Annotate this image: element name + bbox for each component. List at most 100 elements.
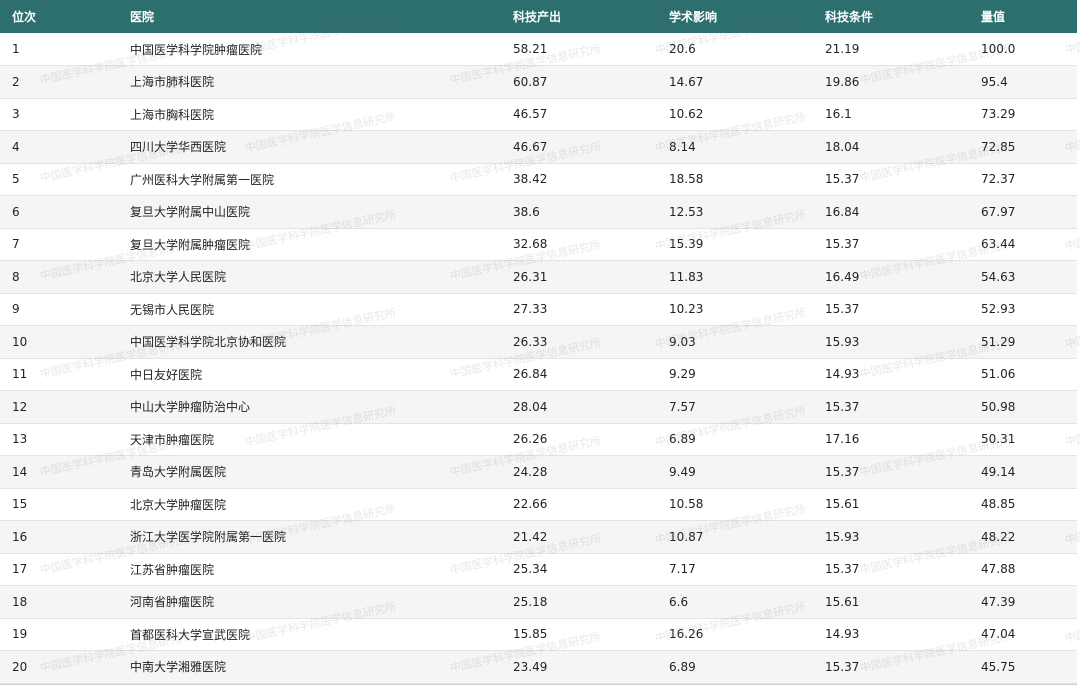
- cell-sci-output: 38.6: [513, 204, 540, 219]
- cell-hospital: 首都医科大学宣武医院: [130, 627, 251, 642]
- cell-sci-output: 46.67: [513, 139, 548, 154]
- cell-sci-output: 46.57: [513, 107, 548, 122]
- cell-academic-impact: 6.89: [669, 659, 696, 674]
- cell-sci-output: 26.84: [513, 367, 548, 382]
- cell-rank: 4: [12, 139, 20, 154]
- table-row: 8 北京大学人民医院 26.31 11.83 16.49 54.63: [0, 260, 1080, 293]
- table-row: 10 中国医学科学院北京协和医院 26.33 9.03 15.93 51.29: [0, 325, 1080, 358]
- cell-rank: 17: [12, 562, 28, 577]
- cell-sci-output: 26.26: [513, 432, 548, 447]
- cell-hospital: 中日友好医院: [130, 367, 203, 382]
- cell-score: 48.22: [981, 529, 1016, 544]
- cell-rank: 7: [12, 237, 20, 252]
- cell-academic-impact: 6.89: [669, 432, 696, 447]
- cell-hospital: 广州医科大学附属第一医院: [130, 172, 275, 187]
- cell-academic-impact: 9.29: [669, 367, 696, 382]
- cell-academic-impact: 12.53: [669, 204, 704, 219]
- table-row: 5 广州医科大学附属第一医院 38.42 18.58 15.37 72.37: [0, 163, 1080, 196]
- header-sci-output: 科技产出: [513, 10, 562, 24]
- cell-score: 54.63: [981, 269, 1016, 284]
- cell-rank: 15: [12, 497, 28, 512]
- cell-rank: 2: [12, 74, 20, 89]
- cell-hospital: 江苏省肿瘤医院: [130, 562, 215, 577]
- cell-sci-output: 25.34: [513, 562, 548, 577]
- cell-academic-impact: 15.39: [669, 237, 704, 252]
- table-row: 9 无锡市人民医院 27.33 10.23 15.37 52.93: [0, 293, 1080, 326]
- cell-sci-output: 24.28: [513, 464, 548, 479]
- cell-score: 48.85: [981, 497, 1016, 512]
- cell-sci-output: 28.04: [513, 399, 548, 414]
- table-row: 14 青岛大学附属医院 24.28 9.49 15.37 49.14: [0, 455, 1080, 488]
- cell-sci-condition: 15.93: [825, 529, 860, 544]
- cell-sci-output: 26.31: [513, 269, 548, 284]
- cell-rank: 8: [12, 269, 20, 284]
- cell-score: 52.93: [981, 302, 1016, 317]
- cell-hospital: 复旦大学附属肿瘤医院: [130, 237, 251, 252]
- cell-sci-condition: 16.1: [825, 107, 852, 122]
- cell-sci-condition: 14.93: [825, 627, 860, 642]
- cell-score: 49.14: [981, 464, 1016, 479]
- cell-score: 67.97: [981, 204, 1016, 219]
- cell-sci-condition: 15.37: [825, 659, 860, 674]
- cell-score: 50.98: [981, 399, 1016, 414]
- cell-academic-impact: 9.03: [669, 334, 696, 349]
- cell-hospital: 中南大学湘雅医院: [130, 660, 227, 675]
- cell-sci-condition: 21.19: [825, 42, 860, 56]
- cell-score: 51.06: [981, 367, 1016, 382]
- cell-hospital: 青岛大学附属医院: [130, 465, 227, 480]
- cell-rank: 11: [12, 367, 28, 382]
- cell-academic-impact: 16.26: [669, 627, 704, 642]
- cell-hospital: 中山大学肿瘤防治中心: [130, 400, 251, 415]
- cell-score: 72.85: [981, 139, 1016, 154]
- table-row: 6 复旦大学附属中山医院 38.6 12.53 16.84 67.97: [0, 195, 1080, 228]
- cell-academic-impact: 20.6: [669, 42, 696, 56]
- header-hospital: 医院: [130, 10, 155, 24]
- cell-rank: 13: [12, 432, 28, 447]
- table-row: 16 浙江大学医学院附属第一医院 21.42 10.87 15.93 48.22: [0, 520, 1080, 553]
- header-score: 量值: [981, 10, 1006, 24]
- cell-sci-condition: 15.37: [825, 237, 860, 252]
- table-row: 17 江苏省肿瘤医院 25.34 7.17 15.37 47.88: [0, 553, 1080, 586]
- cell-sci-output: 58.21: [513, 42, 548, 56]
- table-row: 20 中南大学湘雅医院 23.49 6.89 15.37 45.75: [0, 650, 1080, 683]
- cell-hospital: 复旦大学附属中山医院: [130, 205, 251, 220]
- cell-rank: 1: [12, 42, 20, 56]
- cell-rank: 12: [12, 399, 28, 414]
- cell-sci-output: 38.42: [513, 172, 548, 187]
- cell-score: 51.29: [981, 334, 1016, 349]
- table-row: 12 中山大学肿瘤防治中心 28.04 7.57 15.37 50.98: [0, 390, 1080, 423]
- cell-score: 100.0: [981, 42, 1016, 56]
- table-row: 2 上海市肺科医院 60.87 14.67 19.86 95.4: [0, 65, 1080, 98]
- header-sci-condition: 科技条件: [825, 10, 874, 24]
- cell-score: 47.88: [981, 562, 1016, 577]
- table-row: 18 河南省肿瘤医院 25.18 6.6 15.61 47.39: [0, 585, 1080, 618]
- cell-score: 45.75: [981, 659, 1016, 674]
- cell-academic-impact: 7.57: [669, 399, 696, 414]
- cell-rank: 20: [12, 659, 28, 674]
- table-row: 4 四川大学华西医院 46.67 8.14 18.04 72.85: [0, 130, 1080, 163]
- cell-hospital: 无锡市人民医院: [130, 302, 215, 317]
- table-row: 3 上海市胸科医院 46.57 10.62 16.1 73.29: [0, 98, 1080, 131]
- table-header: 位次 医院 科技产出 学术影响 科技条件 量值: [0, 0, 1080, 33]
- cell-rank: 14: [12, 464, 28, 479]
- cell-academic-impact: 10.87: [669, 529, 704, 544]
- cell-sci-output: 27.33: [513, 302, 548, 317]
- cell-rank: 10: [12, 334, 28, 349]
- table-row: 7 复旦大学附属肿瘤医院 32.68 15.39 15.37 63.44: [0, 228, 1080, 261]
- cell-sci-condition: 18.04: [825, 139, 860, 154]
- cell-academic-impact: 8.14: [669, 139, 696, 154]
- cell-sci-condition: 15.37: [825, 464, 860, 479]
- table-row: 13 天津市肿瘤医院 26.26 6.89 17.16 50.31: [0, 423, 1080, 456]
- header-academic-impact: 学术影响: [669, 10, 718, 24]
- cell-sci-condition: 15.37: [825, 302, 860, 317]
- cell-hospital: 河南省肿瘤医院: [130, 595, 215, 610]
- cell-hospital: 上海市肺科医院: [130, 75, 215, 90]
- cell-academic-impact: 10.23: [669, 302, 704, 317]
- cell-hospital: 北京大学人民医院: [130, 270, 227, 285]
- cell-hospital: 四川大学华西医院: [130, 140, 227, 155]
- cell-academic-impact: 7.17: [669, 562, 696, 577]
- cell-sci-condition: 15.37: [825, 562, 860, 577]
- cell-sci-output: 32.68: [513, 237, 548, 252]
- cell-sci-condition: 15.37: [825, 172, 860, 187]
- table-row: 15 北京大学肿瘤医院 22.66 10.58 15.61 48.85: [0, 488, 1080, 521]
